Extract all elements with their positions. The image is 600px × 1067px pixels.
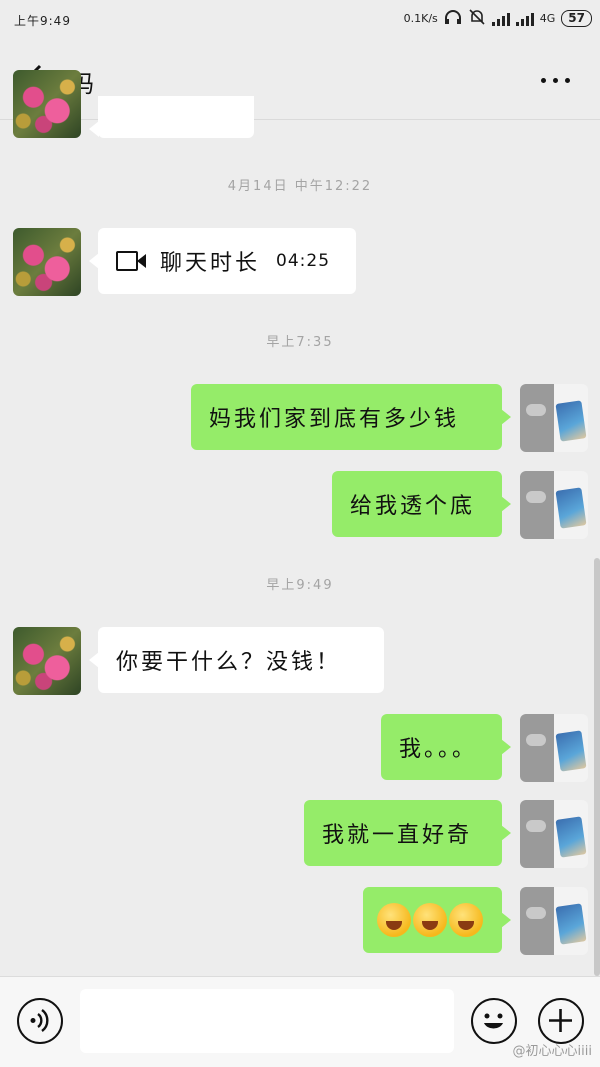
signal-icon-2 xyxy=(515,12,534,26)
laughing-crying-emoji-icon xyxy=(449,903,483,937)
more-options-icon[interactable] xyxy=(541,78,570,83)
message-bubble-self[interactable]: 妈我们家到底有多少钱 xyxy=(191,384,511,450)
headphones-icon xyxy=(444,9,462,28)
message-bubble-self[interactable]: 我就一直好奇 xyxy=(304,800,511,866)
input-bar: @初心心心iiii xyxy=(0,976,600,1067)
avatar-mom[interactable] xyxy=(13,627,81,695)
avatar-self[interactable] xyxy=(520,384,588,452)
message-text: 我。。。 xyxy=(399,737,478,762)
mute-bell-icon xyxy=(468,9,486,28)
signal-icon xyxy=(491,12,510,26)
message-bubble-self[interactable] xyxy=(363,887,511,953)
laughing-crying-emoji-icon xyxy=(377,903,411,937)
video-call-bubble[interactable]: 聊天时长 04:25 xyxy=(89,228,356,294)
timestamp: 早上9:49 xyxy=(266,578,334,593)
call-label: 聊天时长 xyxy=(160,251,261,276)
message-input[interactable] xyxy=(80,989,454,1053)
video-call-icon xyxy=(116,251,146,271)
avatar-self[interactable] xyxy=(520,471,588,539)
laughing-crying-emoji-icon xyxy=(413,903,447,937)
timestamp: 早上7:35 xyxy=(266,335,334,350)
weibo-watermark: @初心心心iiii xyxy=(512,1044,592,1059)
status-bar: 上午9:49 0.1K/s 4G 57 xyxy=(0,0,600,40)
message-bubble-partial[interactable] xyxy=(89,96,254,138)
message-text: 你要干什么？没钱！ xyxy=(116,650,342,675)
network-speed: 0.1K/s xyxy=(403,12,438,25)
avatar-self[interactable] xyxy=(520,887,588,955)
call-duration: 04:25 xyxy=(276,251,331,271)
message-text: 给我透个底 xyxy=(350,494,476,519)
message-bubble-other[interactable]: 你要干什么？没钱！ xyxy=(89,627,384,693)
message-bubble-self[interactable]: 我。。。 xyxy=(381,714,511,780)
battery-indicator: 57 xyxy=(561,10,592,27)
timestamp: 4月14日 中午12:22 xyxy=(227,179,373,194)
avatar-self[interactable] xyxy=(520,800,588,868)
message-bubble-self[interactable]: 给我透个底 xyxy=(332,471,511,537)
message-text: 我就一直好奇 xyxy=(322,823,473,848)
message-text: 妈我们家到底有多少钱 xyxy=(209,407,460,432)
network-type: 4G xyxy=(539,12,556,25)
scrollbar[interactable] xyxy=(594,558,600,976)
emoji-button-icon[interactable] xyxy=(471,998,517,1044)
avatar-mom[interactable] xyxy=(13,70,81,138)
status-time: 上午9:49 xyxy=(14,14,71,28)
plus-add-icon[interactable] xyxy=(538,998,584,1044)
avatar-self[interactable] xyxy=(520,714,588,782)
chat-header: 妈 xyxy=(0,40,600,120)
avatar-mom[interactable] xyxy=(13,228,81,296)
voice-input-icon[interactable] xyxy=(17,998,63,1044)
